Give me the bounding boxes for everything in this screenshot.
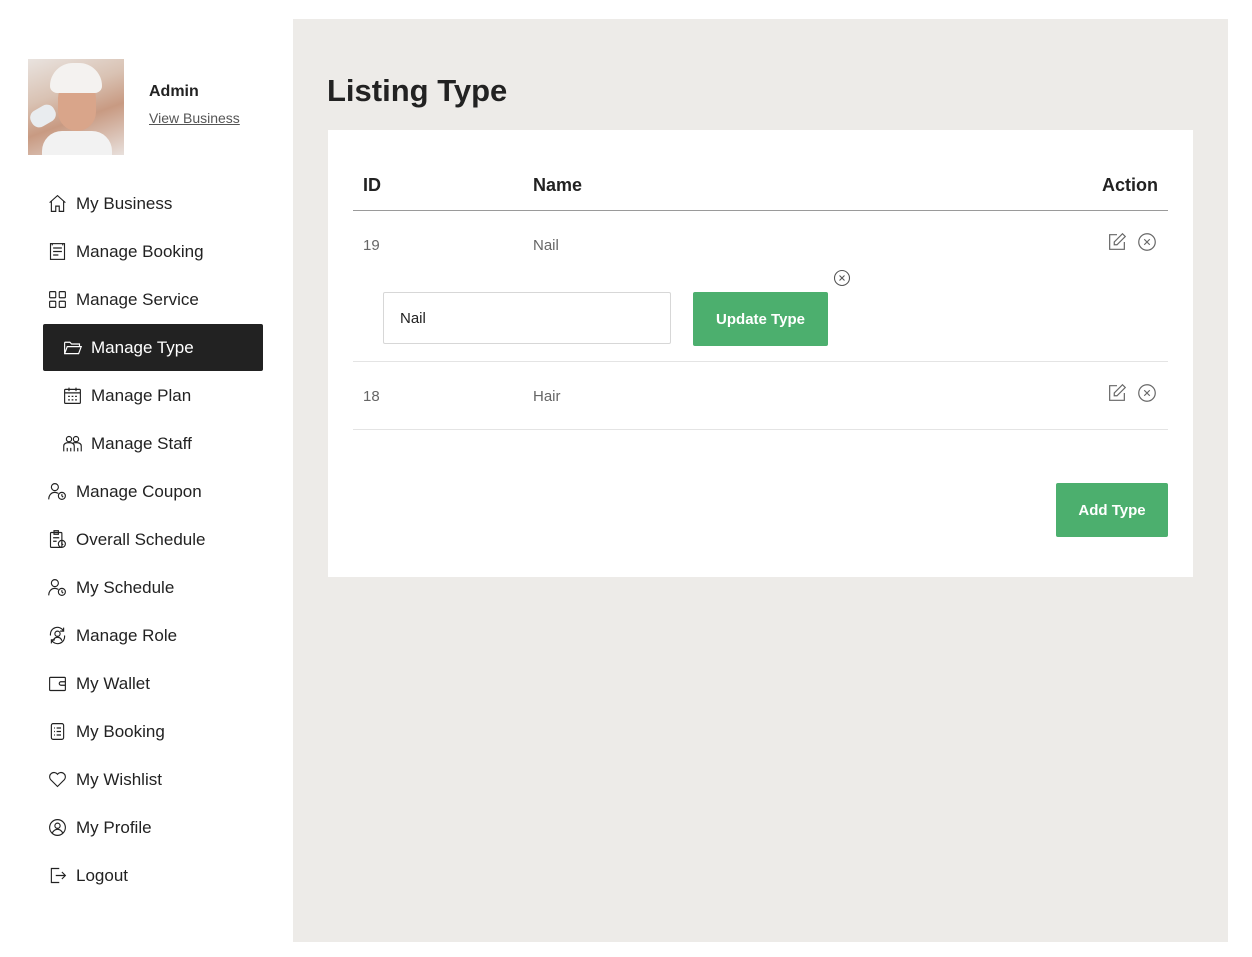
- nav-item-my-schedule[interactable]: My Schedule: [43, 564, 263, 611]
- staff-icon: [61, 433, 83, 455]
- nav-item-label: My Business: [76, 193, 173, 213]
- user-cycle-icon: [46, 625, 68, 647]
- nav-item-label: My Schedule: [76, 577, 175, 597]
- nav-item-my-wallet[interactable]: My Wallet: [43, 660, 263, 707]
- booking-icon: [46, 241, 68, 263]
- nav-item-label: Overall Schedule: [76, 529, 206, 549]
- calendar-icon: [61, 385, 83, 407]
- nav-item-label: Manage Coupon: [76, 481, 202, 501]
- nav-item-label: Logout: [76, 865, 128, 885]
- nav-item-manage-staff[interactable]: Manage Staff: [43, 420, 263, 467]
- nav-item-my-profile[interactable]: My Profile: [43, 804, 263, 851]
- heart-icon: [46, 769, 68, 791]
- nav-item-label: My Booking: [76, 721, 165, 741]
- nav-item-label: Manage Booking: [76, 241, 204, 261]
- table-row: 18 Hair: [353, 362, 1168, 430]
- clipboard-clock-icon: [46, 529, 68, 551]
- nav-item-manage-type[interactable]: Manage Type: [43, 324, 263, 371]
- user-circle-icon: [46, 817, 68, 839]
- nav-item-label: Manage Staff: [91, 433, 192, 453]
- listing-type-table: ID Name Action 19 Nail Update Type 18 Ha…: [353, 130, 1168, 430]
- nav-item-manage-coupon[interactable]: Manage Coupon: [43, 468, 263, 515]
- sidebar-nav: My Business Manage Booking Manage Servic…: [43, 180, 263, 900]
- grid-icon: [46, 289, 68, 311]
- type-name-input[interactable]: [383, 292, 671, 344]
- view-business-link[interactable]: View Business: [149, 110, 240, 126]
- list-icon: [46, 721, 68, 743]
- nav-item-label: My Wishlist: [76, 769, 162, 789]
- edit-icon[interactable]: [1106, 231, 1128, 253]
- close-edit-icon[interactable]: [832, 268, 852, 288]
- add-type-button[interactable]: Add Type: [1056, 483, 1168, 537]
- nav-item-manage-service[interactable]: Manage Service: [43, 276, 263, 323]
- nav-item-label: My Wallet: [76, 673, 150, 693]
- main-content: Listing Type ID Name Action 19 Nail Upda…: [293, 19, 1228, 942]
- header-id: ID: [363, 175, 381, 195]
- row-name: Nail: [533, 237, 559, 254]
- nav-item-manage-plan[interactable]: Manage Plan: [43, 372, 263, 419]
- row-id: 18: [363, 388, 380, 405]
- folder-icon: [61, 337, 83, 359]
- page-title: Listing Type: [327, 73, 508, 108]
- listing-type-card: ID Name Action 19 Nail Update Type 18 Ha…: [328, 130, 1193, 577]
- home-icon: [46, 193, 68, 215]
- nav-item-label: Manage Service: [76, 289, 199, 309]
- wallet-icon: [46, 673, 68, 695]
- table-row: 19 Nail Update Type: [353, 211, 1168, 362]
- nav-item-overall-schedule[interactable]: Overall Schedule: [43, 516, 263, 563]
- header-name: Name: [533, 175, 583, 195]
- nav-item-label: Manage Role: [76, 625, 178, 645]
- edit-icon[interactable]: [1106, 382, 1128, 404]
- user-clock-icon: [46, 577, 68, 599]
- sidebar: Admin View Business My Business Manage B…: [0, 0, 293, 957]
- nav-item-label: Manage Type: [91, 337, 194, 357]
- user-clock-icon: [46, 481, 68, 503]
- nav-item-my-booking[interactable]: My Booking: [43, 708, 263, 755]
- nav-item-manage-booking[interactable]: Manage Booking: [43, 228, 263, 275]
- update-type-button[interactable]: Update Type: [693, 292, 828, 346]
- nav-item-logout[interactable]: Logout: [43, 852, 263, 899]
- nav-item-manage-role[interactable]: Manage Role: [43, 612, 263, 659]
- logout-icon: [46, 865, 68, 887]
- table-header: ID Name Action: [353, 130, 1168, 211]
- delete-icon[interactable]: [1136, 382, 1158, 404]
- nav-item-label: Manage Plan: [91, 385, 192, 405]
- delete-icon[interactable]: [1136, 231, 1158, 253]
- header-action: Action: [1102, 175, 1158, 195]
- avatar: [28, 59, 124, 155]
- nav-item-label: My Profile: [76, 817, 152, 837]
- nav-item-my-business[interactable]: My Business: [43, 180, 263, 227]
- profile-name: Admin: [149, 83, 199, 100]
- nav-item-my-wishlist[interactable]: My Wishlist: [43, 756, 263, 803]
- row-id: 19: [363, 237, 380, 254]
- profile-block: Admin View Business: [28, 59, 240, 155]
- row-name: Hair: [533, 388, 561, 405]
